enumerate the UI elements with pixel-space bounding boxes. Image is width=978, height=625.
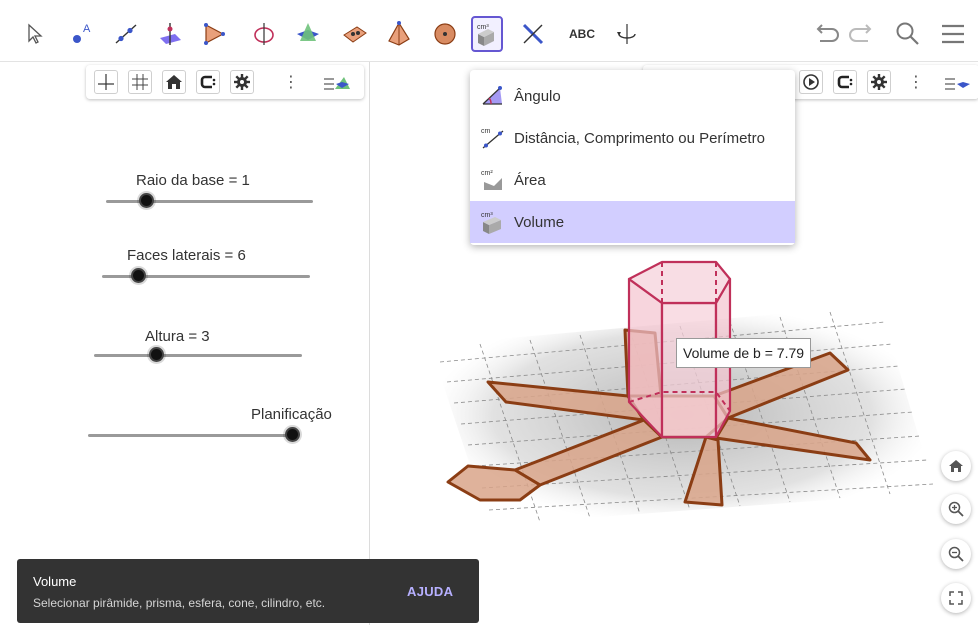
sphere-icon bbox=[434, 23, 456, 45]
sphere-point-tool-button[interactable] bbox=[430, 17, 460, 51]
slider-label-planificacao: Planificação bbox=[251, 406, 332, 423]
menu-item-distance[interactable]: cm Distância, Comprimento ou Perímetro bbox=[470, 117, 795, 159]
menu-item-distance-label: Distância, Comprimento ou Perímetro bbox=[514, 129, 765, 147]
graphics-2d-panel: ⋮ Raio da base = 1 Faces laterais = 6 Al… bbox=[0, 62, 370, 625]
polygon-icon bbox=[204, 23, 225, 45]
svg-text:cm: cm bbox=[481, 128, 491, 135]
toast-title: Volume bbox=[33, 574, 77, 589]
point-icon: A bbox=[73, 23, 91, 43]
graphics-settings-button[interactable] bbox=[230, 70, 254, 94]
menu-item-angle-label: Ângulo bbox=[514, 87, 561, 105]
toast-description: Selecionar pirâmide, prisma, esfera, con… bbox=[33, 596, 326, 610]
main-toolbar: A cm³ ABC bbox=[0, 0, 978, 62]
menu-icon[interactable] bbox=[938, 19, 968, 49]
sphere-tool-button[interactable] bbox=[340, 17, 370, 51]
point-capture-button[interactable] bbox=[196, 70, 220, 94]
circle-tool-button[interactable] bbox=[249, 17, 279, 51]
slider-track-planificacao[interactable] bbox=[88, 434, 296, 437]
fullscreen-icon bbox=[949, 591, 963, 605]
grid-icon bbox=[132, 74, 148, 90]
move-tool-button[interactable] bbox=[20, 17, 50, 51]
home-view-icon bbox=[949, 460, 963, 472]
search-icon[interactable] bbox=[893, 19, 923, 49]
home-icon bbox=[166, 75, 182, 89]
line-tool-button[interactable] bbox=[111, 17, 141, 51]
reflect-tool-button[interactable] bbox=[518, 17, 548, 51]
zoom-in-button[interactable] bbox=[941, 494, 971, 524]
tool-help-toast: Volume Selecionar pirâmide, prisma, esfe… bbox=[17, 559, 479, 623]
plane-points-icon bbox=[343, 26, 367, 43]
grid-toggle[interactable] bbox=[128, 70, 152, 94]
svg-text:cm²: cm² bbox=[481, 170, 493, 177]
menu-item-angle[interactable]: Ângulo bbox=[470, 75, 795, 117]
intersect-surface-tool-button[interactable] bbox=[293, 17, 323, 51]
graphics-style-bar: ⋮ bbox=[86, 65, 364, 99]
fullscreen-button[interactable] bbox=[941, 583, 971, 613]
home-view-button[interactable] bbox=[162, 70, 186, 94]
prism-face-front bbox=[660, 301, 718, 439]
redo-icon[interactable] bbox=[848, 19, 878, 49]
axes-icon bbox=[98, 74, 114, 90]
slider-knob-faces[interactable] bbox=[131, 268, 146, 283]
standard-view-home-button[interactable] bbox=[941, 451, 971, 481]
svg-text:cm³: cm³ bbox=[481, 212, 493, 219]
help-button[interactable]: AJUDA bbox=[407, 584, 453, 599]
angle-icon bbox=[476, 82, 510, 110]
slider-knob-altura[interactable] bbox=[149, 347, 164, 362]
more-options-icon[interactable]: ⋮ bbox=[283, 71, 299, 93]
measurement-tool-button[interactable]: cm³ bbox=[471, 16, 503, 52]
polygon-tool-button[interactable] bbox=[199, 17, 229, 51]
pyramid-icon bbox=[388, 21, 410, 46]
zoom-out-button[interactable] bbox=[941, 539, 971, 569]
slider-label-raio: Raio da base = 1 bbox=[136, 172, 250, 189]
line-icon bbox=[115, 24, 137, 44]
gear-icon bbox=[234, 74, 250, 90]
zoom-out-icon bbox=[948, 546, 964, 562]
text-tool-button[interactable]: ABC bbox=[564, 17, 600, 51]
reflect-icon bbox=[522, 23, 544, 45]
slider-knob-raio[interactable] bbox=[139, 193, 154, 208]
zoom-in-icon bbox=[948, 501, 964, 517]
point-tool-button[interactable]: A bbox=[67, 17, 97, 51]
pyramid-tool-button[interactable] bbox=[384, 17, 414, 51]
menu-item-area[interactable]: cm² Área bbox=[470, 159, 795, 201]
distance-icon: cm bbox=[476, 124, 510, 152]
rotate-view-icon bbox=[617, 24, 636, 44]
text-tool-label: ABC bbox=[569, 27, 595, 41]
capture-icon bbox=[200, 75, 216, 89]
volume-result-label[interactable]: Volume de b = 7.79 bbox=[676, 338, 812, 368]
circle-axis-icon bbox=[254, 23, 274, 45]
measurement-tools-menu: Ângulo cm Distância, Comprimento ou Perí… bbox=[470, 70, 795, 245]
menu-item-area-label: Área bbox=[514, 171, 546, 189]
slider-track-altura[interactable] bbox=[94, 354, 302, 357]
style-bar-toggle-icon[interactable] bbox=[322, 71, 352, 93]
perpendicular-icon bbox=[160, 23, 181, 45]
menu-item-volume[interactable]: cm³ Volume bbox=[470, 201, 795, 243]
area-icon: cm² bbox=[476, 166, 510, 194]
undo-icon[interactable] bbox=[810, 19, 840, 49]
axes-toggle[interactable] bbox=[94, 70, 118, 94]
slider-label-altura: Altura = 3 bbox=[145, 328, 210, 345]
rotate-view-tool-button[interactable] bbox=[612, 17, 642, 51]
cursor-icon bbox=[28, 23, 43, 44]
svg-text:A: A bbox=[83, 23, 91, 35]
slider-track-raio[interactable] bbox=[106, 200, 313, 203]
intersect-surface-icon bbox=[297, 23, 319, 41]
slider-knob-planificacao[interactable] bbox=[285, 427, 300, 442]
slider-label-faces: Faces laterais = 6 bbox=[127, 247, 246, 264]
volume-tool-icon: cm³ bbox=[477, 24, 494, 46]
menu-item-volume-label: Volume bbox=[514, 213, 565, 231]
perpendicular-tool-button[interactable] bbox=[155, 17, 185, 51]
volume-icon: cm³ bbox=[476, 208, 510, 236]
